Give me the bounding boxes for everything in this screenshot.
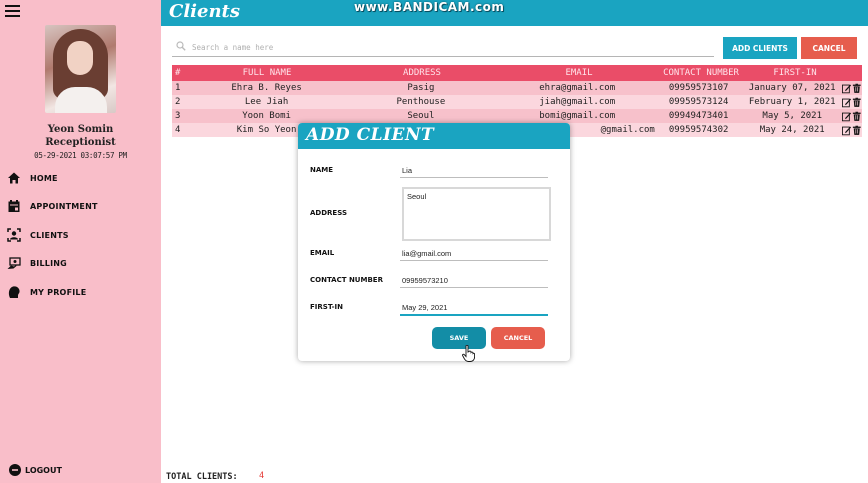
cell-number: 1 [175, 83, 181, 93]
dialog-cancel-button[interactable]: CANCEL [491, 327, 545, 349]
sidebar: Yeon Somin Receptionist 05-29-2021 03:07… [0, 0, 161, 483]
edit-icon[interactable] [841, 111, 852, 122]
cell-address: Penthouse [396, 97, 446, 107]
sidebar-item-label: APPOINTMENT [30, 201, 98, 211]
cell-first-in: May 24, 2021 [759, 125, 825, 135]
table-row[interactable]: 2 Lee Jiah Penthouse jiah@gmail.com 0995… [172, 95, 862, 109]
header-bar: Clients [161, 0, 868, 26]
cell-contact: 09949473401 [668, 111, 729, 121]
avatar [45, 25, 116, 113]
add-client-dialog: ADD CLIENT NAME ADDRESS Seoul EMAIL CONT… [298, 123, 570, 361]
recorder-watermark: www.BANDICAM.com [354, 0, 505, 14]
edit-icon[interactable] [841, 125, 852, 136]
header-contact-number: CONTACT NUMBER [663, 68, 739, 78]
delete-icon[interactable] [852, 111, 862, 122]
dialog-title: ADD CLIENT [306, 125, 435, 145]
cell-contact: 09959574302 [668, 125, 729, 135]
first-in-label: FIRST-IN [310, 303, 343, 311]
user-name: Yeon Somin [47, 124, 114, 135]
cell-full-name: Ehra B. Reyes [231, 83, 302, 93]
sidebar-item-billing[interactable]: BILLING [7, 255, 67, 271]
cell-first-in: May 5, 2021 [762, 111, 823, 121]
user-role: Receptionist [45, 137, 116, 148]
search-icon [176, 41, 186, 51]
save-button[interactable]: SAVE [432, 327, 486, 349]
contact-number-field[interactable] [400, 273, 548, 288]
search-bar [172, 38, 714, 57]
page-title: Clients [169, 1, 240, 22]
row-actions [841, 125, 862, 136]
cell-number: 3 [175, 111, 181, 121]
cell-full-name: Yoon Bomi [242, 111, 291, 121]
cell-contact: 09959573124 [668, 97, 729, 107]
delete-icon[interactable] [852, 125, 862, 136]
total-clients-count: 4 [259, 471, 265, 481]
cell-email: jiah@gmail.com [539, 97, 616, 107]
address-label: ADDRESS [310, 209, 347, 217]
sidebar-item-label: BILLING [30, 258, 67, 268]
logout-button[interactable]: LOGOUT [9, 464, 62, 476]
header-address: ADDRESS [403, 68, 441, 78]
row-actions [841, 83, 862, 94]
sidebar-item-label: CLIENTS [30, 230, 69, 240]
logout-label: LOGOUT [25, 465, 62, 475]
table-row[interactable]: 3 Yoon Bomi Seoul bomi@gmail.com 0994947… [172, 109, 862, 123]
calendar-icon [8, 200, 20, 212]
row-actions [841, 111, 862, 122]
add-clients-button[interactable]: ADD CLIENTS [723, 37, 797, 59]
cell-first-in: January 07, 2021 [748, 83, 836, 93]
header-number: # [175, 68, 181, 78]
row-actions [841, 97, 862, 108]
header-email: EMAIL [565, 68, 593, 78]
cell-contact: 09959573107 [668, 83, 729, 93]
clients-icon [7, 228, 21, 242]
cell-address: Seoul [407, 111, 435, 121]
billing-icon [7, 257, 21, 269]
cell-email: ehra@gmail.com [539, 83, 616, 93]
edit-icon[interactable] [841, 97, 852, 108]
sidebar-item-label: HOME [30, 173, 58, 183]
sidebar-item-appointment[interactable]: APPOINTMENT [7, 198, 98, 214]
contact-number-label: CONTACT NUMBER [310, 276, 383, 284]
logout-icon [9, 464, 21, 476]
home-icon [8, 172, 20, 184]
edit-icon[interactable] [841, 83, 852, 94]
cell-number: 4 [175, 125, 181, 135]
cell-email: bomi@gmail.com [539, 111, 616, 121]
cell-number: 2 [175, 97, 181, 107]
delete-icon[interactable] [852, 83, 862, 94]
header-full-name: FULL NAME [242, 68, 292, 78]
search-input[interactable] [190, 39, 694, 55]
address-field[interactable]: Seoul [402, 187, 551, 241]
email-field[interactable] [400, 246, 548, 261]
table-header: # FULL NAME ADDRESS EMAIL CONTACT NUMBER… [172, 65, 862, 81]
sidebar-item-label: MY PROFILE [30, 287, 87, 297]
sidebar-item-clients[interactable]: CLIENTS [7, 227, 69, 243]
menu-icon[interactable] [5, 5, 20, 18]
hand-cursor-icon [462, 345, 475, 362]
first-in-field[interactable] [400, 300, 548, 316]
sidebar-item-home[interactable]: HOME [7, 170, 58, 186]
cell-address: Pasig [407, 83, 435, 93]
table-row[interactable]: 1 Ehra B. Reyes Pasig ehra@gmail.com 099… [172, 81, 862, 95]
sidebar-item-my-profile[interactable]: MY PROFILE [7, 284, 86, 300]
profile-icon [8, 286, 20, 298]
cancel-button[interactable]: CANCEL [801, 37, 857, 59]
name-field[interactable] [400, 163, 548, 178]
cell-first-in: February 1, 2021 [748, 97, 836, 107]
name-label: NAME [310, 166, 334, 174]
user-datetime: 05-29-2021 03:07:57 PM [34, 151, 127, 160]
delete-icon[interactable] [852, 97, 862, 108]
email-label: EMAIL [310, 249, 335, 257]
header-first-in: FIRST-IN [773, 68, 817, 78]
total-clients-label: TOTAL CLIENTS: [166, 472, 238, 482]
cell-full-name: Lee Jiah [244, 97, 289, 107]
